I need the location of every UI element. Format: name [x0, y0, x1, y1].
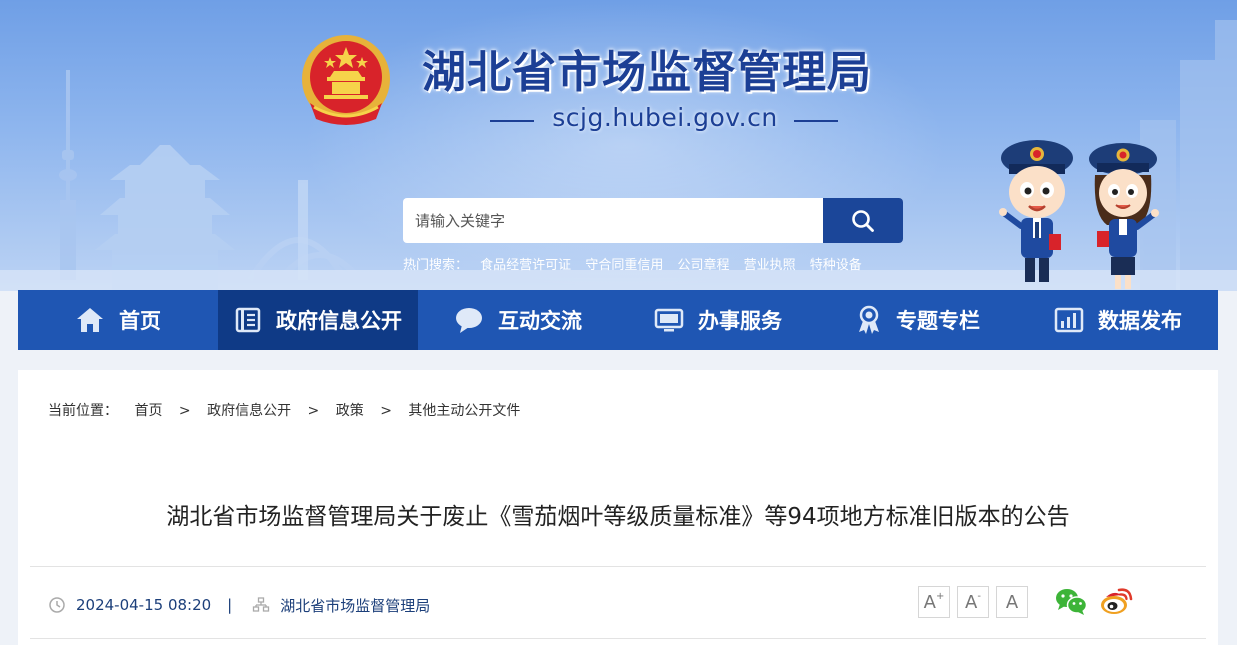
- search-box: [403, 198, 903, 243]
- monitor-icon: [654, 308, 684, 332]
- article-source: 湖北省市场监督管理局: [280, 596, 431, 615]
- breadcrumb-separator: >: [380, 403, 392, 419]
- breadcrumb-separator: >: [307, 403, 320, 419]
- hot-search-link[interactable]: 公司章程: [677, 258, 729, 273]
- site-domain-row: scjg.hubei.gov.cn: [490, 103, 840, 137]
- breadcrumb-item[interactable]: 政府信息公开: [207, 403, 291, 419]
- domain-divider-left: [490, 120, 534, 122]
- breadcrumb-item[interactable]: 首页: [134, 403, 162, 419]
- nav-data-release[interactable]: 数据发布: [1018, 290, 1218, 350]
- ribbon-badge-icon: [859, 305, 879, 334]
- nav-home[interactable]: 首页: [18, 290, 218, 350]
- article-meta: 2024-04-15 08:20 | 湖北省市场监督管理局: [48, 594, 430, 616]
- hot-search-label: 热门搜索：: [403, 258, 469, 273]
- search-icon: [852, 209, 874, 232]
- header-banner: 湖北省市场监督管理局 scjg.hubei.gov.cn 热门搜索： 食品经营许…: [0, 0, 1237, 291]
- hot-search-link[interactable]: 营业执照: [744, 258, 796, 273]
- nav-label: 政府信息公开: [276, 309, 402, 333]
- font-default-button[interactable]: A: [996, 586, 1028, 618]
- domain-divider-right: [794, 120, 838, 122]
- meta-divider: |: [227, 596, 233, 614]
- inspector-mascots-illustration: [999, 140, 1159, 289]
- nav-label: 互动交流: [498, 309, 582, 333]
- breadcrumb-item[interactable]: 其他主动公开文件: [408, 403, 520, 419]
- font-larger-sup: +: [935, 590, 945, 602]
- document-list-icon: [235, 307, 261, 333]
- nav-interaction[interactable]: 互动交流: [418, 290, 618, 350]
- main-nav: 首页 政府信息公开 互动交流 办事服务 专题专栏 数据发布: [18, 290, 1218, 350]
- font-default-label: A: [1005, 591, 1019, 613]
- font-smaller-sup: -: [977, 590, 981, 602]
- home-icon: [77, 308, 103, 332]
- breadcrumb-label: 当前位置：: [48, 403, 118, 419]
- publish-datetime: 2024-04-15 08:20: [76, 596, 212, 614]
- divider: [30, 566, 1206, 567]
- nav-services[interactable]: 办事服务: [618, 290, 818, 350]
- organization-icon: [253, 597, 270, 612]
- font-size-controls: A + A- A: [918, 586, 1035, 618]
- site-domain: scjg.hubei.gov.cn: [552, 103, 778, 132]
- breadcrumb: 当前位置： 首页 > 政府信息公开 > 政策 > 其他主动公开文件: [48, 400, 520, 422]
- font-smaller-label: A: [965, 591, 978, 613]
- hot-search-link[interactable]: 守合同重信用: [585, 258, 663, 273]
- wechat-icon[interactable]: [1054, 586, 1088, 616]
- font-larger-label: A: [923, 591, 936, 613]
- nav-government-info[interactable]: 政府信息公开: [218, 290, 418, 350]
- divider: [30, 638, 1206, 639]
- nav-special-topics[interactable]: 专题专栏: [818, 290, 1018, 350]
- site-title: 湖北省市场监督管理局: [422, 47, 872, 98]
- font-larger-button[interactable]: A +: [918, 586, 950, 618]
- clock-icon: [49, 597, 65, 613]
- hot-search: 热门搜索： 食品经营许可证 守合同重信用 公司章程 营业执照 特种设备: [403, 254, 872, 274]
- font-smaller-button[interactable]: A-: [957, 586, 989, 618]
- weibo-icon[interactable]: [1100, 586, 1134, 616]
- article-title: 湖北省市场监督管理局关于废止《雪茄烟叶等级质量标准》等94项地方标准旧版本的公告: [166, 504, 1070, 530]
- search-input[interactable]: [403, 198, 823, 243]
- breadcrumb-item[interactable]: 政策: [336, 403, 364, 419]
- national-emblem-icon: [302, 35, 390, 125]
- search-button[interactable]: [823, 198, 903, 243]
- article-panel: 当前位置： 首页 > 政府信息公开 > 政策 > 其他主动公开文件 湖北省市场监…: [18, 370, 1218, 645]
- share-buttons: [1054, 586, 1146, 616]
- chat-bubble-icon: [456, 308, 482, 333]
- nav-label: 数据发布: [1098, 309, 1182, 333]
- breadcrumb-separator: >: [178, 403, 191, 419]
- bar-chart-icon: [1054, 307, 1084, 333]
- nav-label: 专题专栏: [896, 309, 980, 333]
- nav-label: 首页: [119, 309, 161, 333]
- hot-search-link[interactable]: 特种设备: [810, 258, 862, 273]
- hot-search-link[interactable]: 食品经营许可证: [480, 258, 571, 273]
- nav-label: 办事服务: [698, 309, 782, 333]
